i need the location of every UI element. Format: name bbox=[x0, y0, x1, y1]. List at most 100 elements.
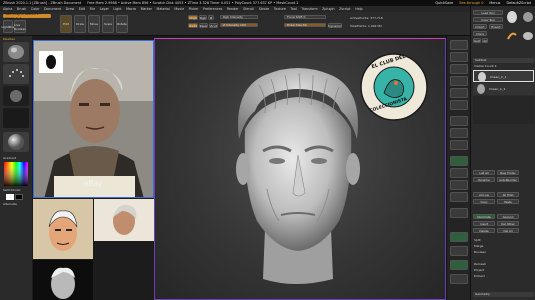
copy-button[interactable]: Copy bbox=[473, 199, 495, 204]
scroll-button[interactable] bbox=[450, 64, 468, 74]
merge-section[interactable]: Merge bbox=[474, 244, 483, 248]
reference-thumb-3[interactable] bbox=[33, 260, 93, 300]
menu-layer[interactable]: Layer bbox=[100, 7, 109, 11]
extract-section[interactable]: Extract bbox=[474, 274, 485, 278]
menu-preferences[interactable]: Preferences bbox=[203, 7, 222, 11]
subtool-header[interactable]: Subtool bbox=[473, 58, 534, 63]
export-button[interactable]: Export bbox=[489, 24, 503, 29]
remesh-section[interactable]: Remesh bbox=[474, 262, 486, 266]
see-through-slider[interactable]: See-through 0 bbox=[459, 1, 483, 5]
draw-button[interactable]: Draw bbox=[74, 15, 86, 33]
stroke-slot[interactable] bbox=[3, 64, 29, 84]
geometry-header[interactable]: Geometry bbox=[473, 292, 534, 297]
aahalf-button[interactable] bbox=[450, 100, 468, 110]
all-button[interactable]: All bbox=[482, 38, 488, 43]
menu-draw[interactable]: Draw bbox=[66, 7, 75, 11]
material-slot[interactable] bbox=[3, 132, 29, 152]
menu-marker[interactable]: Marker bbox=[141, 7, 152, 11]
switch-color-label[interactable]: SwitchColor bbox=[3, 188, 21, 192]
copy-tool-button[interactable]: Copy Tool bbox=[473, 17, 503, 22]
solo-button[interactable] bbox=[450, 260, 468, 270]
zcut-button[interactable]: Zcut bbox=[209, 23, 218, 28]
menu-picker[interactable]: Picker bbox=[189, 7, 199, 11]
menu-document[interactable]: Document bbox=[44, 7, 61, 11]
menu-edit[interactable]: Edit bbox=[79, 7, 85, 11]
frame-button[interactable] bbox=[450, 156, 468, 166]
brush-slot[interactable] bbox=[3, 42, 29, 62]
delete-button[interactable]: Delete bbox=[473, 228, 495, 233]
del-all-button[interactable]: Del All bbox=[497, 228, 519, 233]
menus-toggle[interactable]: Menus bbox=[489, 1, 500, 5]
all-low-button[interactable]: All Low bbox=[473, 192, 495, 197]
menu-transform[interactable]: Transform bbox=[301, 7, 317, 11]
split-section[interactable]: Split bbox=[474, 238, 481, 242]
texture-slot[interactable] bbox=[3, 108, 29, 128]
reference-photo[interactable]: eBay bbox=[33, 40, 154, 198]
focal-shift-slider[interactable]: Focal Shift 0 bbox=[284, 15, 326, 19]
floor-button[interactable] bbox=[450, 128, 468, 138]
menu-color[interactable]: Color bbox=[31, 7, 40, 11]
zoom-button[interactable] bbox=[450, 76, 468, 86]
bpr-button[interactable] bbox=[450, 40, 468, 50]
tool-thumb-sphere[interactable] bbox=[521, 10, 535, 24]
main-color-swatch[interactable] bbox=[6, 194, 14, 200]
canvas-viewport[interactable]: EL CLUB DEL COLECCIONISTA bbox=[154, 38, 446, 300]
menu-zplugin[interactable]: Zplugin bbox=[322, 7, 334, 11]
tool-thumb-head[interactable] bbox=[505, 10, 519, 24]
quicksave-button[interactable]: QuickSave bbox=[435, 1, 453, 5]
menu-tool[interactable]: Tool bbox=[290, 7, 296, 11]
mrgb-button[interactable]: Mrgb bbox=[188, 15, 198, 20]
persp-button[interactable] bbox=[450, 116, 468, 126]
menu-zscript[interactable]: Zscript bbox=[339, 7, 350, 11]
menu-help[interactable]: Help bbox=[355, 7, 363, 11]
duplicate-button[interactable]: Duplicate bbox=[473, 214, 495, 219]
zsub-button[interactable]: Zsub bbox=[199, 23, 208, 28]
rotate-view-button[interactable] bbox=[450, 192, 468, 202]
spix-button[interactable] bbox=[450, 52, 468, 62]
menu-light[interactable]: Light bbox=[113, 7, 121, 11]
transp-button[interactable] bbox=[450, 246, 468, 256]
menu-texture[interactable]: Texture bbox=[274, 7, 286, 11]
polyf-button[interactable] bbox=[450, 232, 468, 242]
alternate-label[interactable]: Alternate bbox=[3, 202, 17, 206]
menu-stroke[interactable]: Stroke bbox=[259, 7, 270, 11]
load-tool-button[interactable]: Load Tool bbox=[473, 10, 503, 15]
xpose-button[interactable] bbox=[450, 274, 468, 284]
dynamic-toggle[interactable]: Dynamic bbox=[328, 23, 342, 28]
lightbox-button[interactable]: LightBox bbox=[1, 20, 15, 33]
project-section[interactable]: Project bbox=[474, 268, 484, 272]
default-zscript[interactable]: DefaultZScript bbox=[506, 1, 531, 5]
rgb-button[interactable]: Rgb bbox=[199, 15, 207, 20]
insert-button[interactable]: Insert bbox=[473, 221, 495, 226]
reference-thumb-1[interactable] bbox=[33, 199, 93, 259]
subtool-item-2[interactable]: Imean_C_2 bbox=[473, 83, 534, 95]
menu-macro[interactable]: Macro bbox=[126, 7, 136, 11]
reference-thumb-2[interactable] bbox=[94, 199, 154, 241]
edit-button[interactable]: Edit bbox=[60, 15, 72, 33]
menu-movie[interactable]: Movie bbox=[174, 7, 184, 11]
list-all-button[interactable]: List All bbox=[473, 170, 495, 175]
menu-stencil[interactable]: Stencil bbox=[243, 7, 254, 11]
paste-button[interactable]: Paste bbox=[497, 199, 519, 204]
alpha-slot[interactable] bbox=[3, 86, 29, 106]
tool-thumb-eraser[interactable] bbox=[521, 30, 535, 42]
menu-file[interactable]: File bbox=[90, 7, 96, 11]
menu-material[interactable]: Material bbox=[156, 7, 169, 11]
local-button[interactable] bbox=[450, 140, 468, 150]
palettes-label[interactable]: Palettes bbox=[3, 37, 15, 41]
move-button[interactable]: Move bbox=[88, 15, 100, 33]
menu-render[interactable]: Render bbox=[227, 7, 239, 11]
menu-brush[interactable]: Brush bbox=[17, 7, 27, 11]
new-folder-button[interactable]: New Folder bbox=[497, 170, 519, 175]
del-other-button[interactable]: Del Other bbox=[497, 221, 519, 226]
auto-reorder-button[interactable]: AutoReorder bbox=[497, 177, 519, 182]
rotate-button[interactable]: Rotate bbox=[116, 15, 128, 33]
m-button[interactable]: M bbox=[208, 15, 214, 20]
tool-thumb-simple-brush[interactable] bbox=[505, 30, 519, 42]
subtool-item-1[interactable]: Imean_C_1 bbox=[473, 70, 534, 82]
all-high-button[interactable]: All High bbox=[497, 192, 519, 197]
rename-button[interactable]: Rename bbox=[473, 177, 495, 182]
gradient-label[interactable]: Gradient bbox=[3, 156, 16, 160]
import-button[interactable]: Import bbox=[473, 24, 487, 29]
color-picker[interactable] bbox=[4, 162, 28, 186]
